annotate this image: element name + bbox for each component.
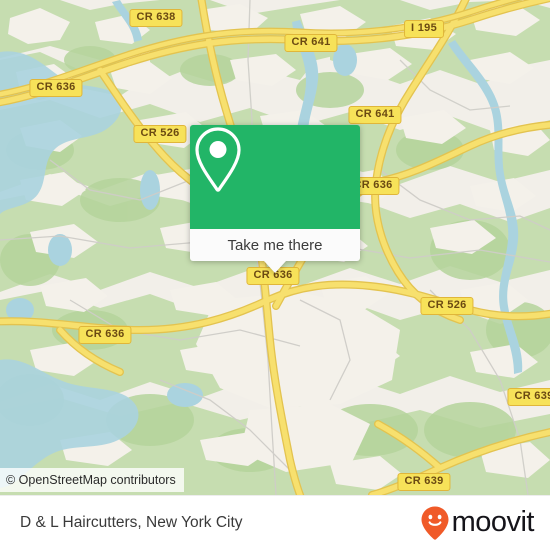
map-pin-icon — [195, 127, 241, 192]
road-shield: CR 638 — [129, 9, 183, 27]
road-shield: CR 526 — [133, 125, 187, 143]
road-shield: CR 641 — [284, 34, 338, 52]
popup-header — [190, 125, 360, 229]
road-shield: CR 636 — [29, 79, 83, 97]
popup-pointer-tail — [264, 261, 286, 273]
road-shield: CR 526 — [420, 297, 474, 315]
take-me-there-button[interactable]: Take me there — [190, 229, 360, 261]
screenshot-root: CR 638 CR 641 I 195 CR 636 CR 641 CR 526 CR 63… — [0, 0, 550, 550]
place-popup-card[interactable]: Take me there — [190, 125, 360, 273]
attribution-text: © OpenStreetMap contributors — [6, 473, 176, 487]
footer-divider — [0, 495, 550, 496]
map-attribution: © OpenStreetMap contributors — [0, 468, 184, 492]
place-title: D & L Haircutters, New York City — [20, 513, 243, 531]
footer-bar: D & L Haircutters, New York City moovit — [0, 495, 550, 550]
road-shield: I 195 — [404, 20, 444, 38]
take-me-there-label: Take me there — [227, 236, 323, 254]
moovit-brand[interactable]: moovit — [420, 505, 535, 541]
map-canvas[interactable]: CR 638 CR 641 I 195 CR 636 CR 641 CR 526 CR 63… — [0, 0, 550, 495]
moovit-wordmark: moovit — [451, 506, 535, 538]
road-shield: CR 641 — [348, 106, 402, 124]
road-shield: CR 639 — [397, 473, 451, 491]
road-shield: CR 636 — [78, 326, 132, 344]
road-shield: CR 639 — [507, 388, 550, 406]
moovit-smiley-pin-icon — [421, 506, 449, 540]
